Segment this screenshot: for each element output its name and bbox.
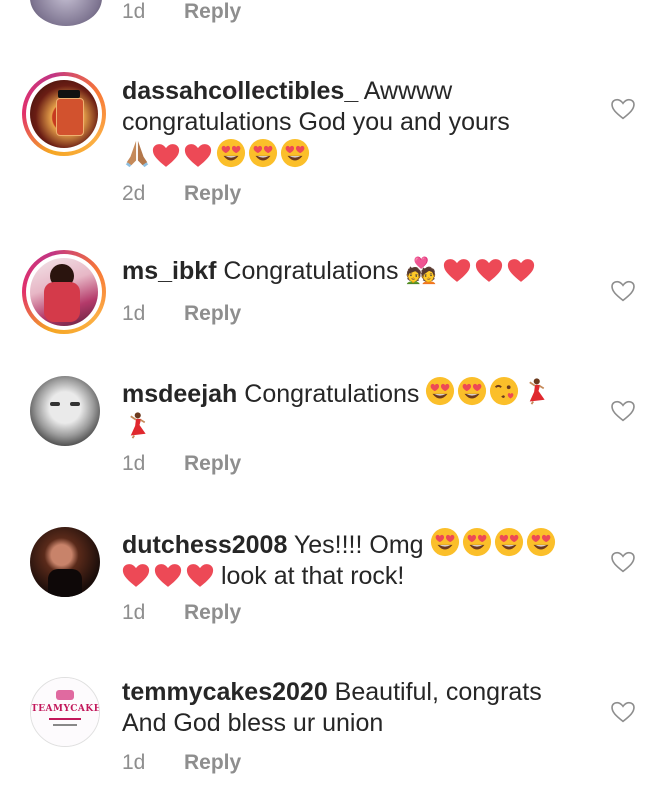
comment-body: congratulations God you and yours: [122, 108, 510, 136]
reply-button[interactable]: Reply: [184, 601, 241, 624]
avatar-logo-text: TEAMYCAKES: [31, 704, 99, 714]
heart-eyes-emoji: [425, 376, 455, 406]
comment-body: Yes!!!! Omg: [287, 531, 424, 559]
comment-meta: 2d Reply: [122, 182, 241, 206]
avatar[interactable]: [30, 0, 102, 26]
comment-item: TEAMYCAKES temmycakes2020 Beautiful, con…: [0, 677, 666, 787]
comment-meta: 1d Reply: [122, 452, 241, 476]
avatar[interactable]: TEAMYCAKES: [30, 677, 100, 747]
heart-eyes-emoji: [280, 138, 310, 168]
avatar[interactable]: [22, 250, 106, 334]
comment-text: dutchess2008 Yes!!!! Omg look at that ro…: [122, 527, 592, 592]
comment-text: temmycakes2020 Beautiful, congrats And G…: [122, 677, 592, 739]
heart-eyes-emoji: [457, 376, 487, 406]
comment-body: Congratulations: [237, 380, 420, 408]
like-heart-icon[interactable]: [610, 96, 636, 122]
comment-meta: 1d Reply: [122, 751, 241, 775]
heart-eyes-emoji: [216, 138, 246, 168]
avatar[interactable]: [30, 376, 100, 446]
avatar[interactable]: [22, 72, 106, 156]
reply-button[interactable]: Reply: [184, 751, 241, 774]
like-heart-icon[interactable]: [610, 549, 636, 575]
red-heart-emoji: [443, 258, 471, 283]
comment-text: dassahcollectibles_ Awwww congratulation…: [122, 76, 592, 172]
comment-item: dassahcollectibles_ Awwww congratulation…: [0, 72, 666, 212]
comment-meta: 1d Reply: [122, 601, 241, 625]
comment-item: msdeejah Congratulations 1d Reply: [0, 376, 666, 486]
pray-emoji: [122, 138, 152, 168]
comment-item: ms_ibkf Congratulations 💑 1d Reply: [0, 250, 666, 340]
reply-button[interactable]: Reply: [184, 182, 241, 205]
reply-button[interactable]: Reply: [184, 452, 241, 475]
comment-item: dutchess2008 Yes!!!! Omg look at that ro…: [0, 527, 666, 637]
comment-time: 1d: [122, 0, 146, 23]
comment-username[interactable]: msdeejah: [122, 380, 237, 408]
reply-button[interactable]: Reply: [184, 302, 241, 325]
comment-username[interactable]: temmycakes2020: [122, 678, 328, 706]
comment-body: Beautiful, congrats: [327, 678, 542, 706]
comment-body: Awwww: [358, 77, 453, 105]
heart-eyes-emoji: [526, 527, 556, 557]
red-heart-emoji: [184, 143, 212, 168]
like-heart-icon[interactable]: [610, 278, 636, 304]
comment-username[interactable]: dutchess2008: [122, 531, 287, 559]
red-heart-emoji: [122, 563, 150, 588]
red-heart-emoji: [152, 143, 180, 168]
comment-text: msdeejah Congratulations: [122, 376, 592, 444]
comment-username[interactable]: dassahcollectibles_: [122, 77, 358, 105]
comment-time: 1d: [122, 751, 146, 774]
reply-button[interactable]: Reply: [184, 0, 241, 23]
red-heart-emoji: [154, 563, 182, 588]
comment-body: And God bless ur union: [122, 709, 384, 737]
red-heart-emoji: [186, 563, 214, 588]
heart-eyes-emoji: [248, 138, 278, 168]
comment-body: look at that rock!: [214, 562, 405, 590]
comment-meta: 1d Reply: [122, 302, 241, 326]
comment-time: 1d: [122, 601, 146, 624]
heart-eyes-emoji: [430, 527, 460, 557]
dancer-emoji: [521, 376, 549, 406]
comment-body: Congratulations 💑: [216, 257, 437, 285]
heart-eyes-emoji: [494, 527, 524, 557]
comment-time: 1d: [122, 302, 146, 325]
comment-username[interactable]: ms_ibkf: [122, 257, 216, 285]
previous-comment: 1d Reply: [0, 0, 666, 40]
red-heart-emoji: [507, 258, 535, 283]
comment-time: 1d: [122, 452, 146, 475]
comment-time: 2d: [122, 182, 146, 205]
comment-text: ms_ibkf Congratulations 💑: [122, 256, 592, 287]
like-heart-icon[interactable]: [610, 699, 636, 725]
comment-meta: 1d Reply: [122, 0, 241, 24]
red-heart-emoji: [475, 258, 503, 283]
kissing-face-emoji: [489, 376, 519, 406]
heart-eyes-emoji: [462, 527, 492, 557]
dancer-emoji: [122, 410, 150, 440]
like-heart-icon[interactable]: [610, 398, 636, 424]
avatar[interactable]: [30, 527, 100, 597]
